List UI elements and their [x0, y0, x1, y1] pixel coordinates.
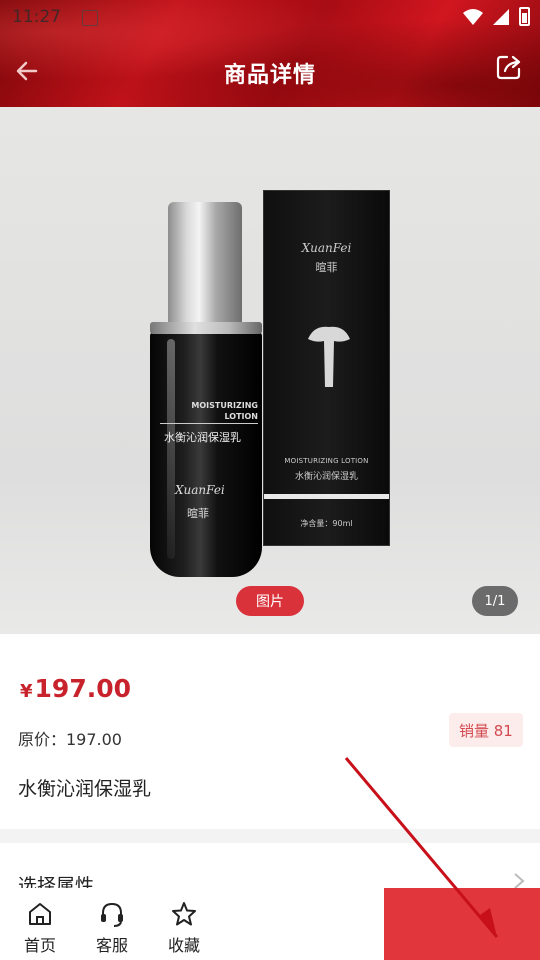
bottle-collar: [150, 322, 262, 334]
bottle-label-cn: 水衡沁润保湿乳: [164, 431, 241, 444]
battery-icon: [519, 7, 530, 26]
status-time: 11:27: [12, 7, 61, 27]
page-title: 商品详情: [223, 63, 316, 88]
product-image-gallery[interactable]: MOISTURIZING LOTION 水衡沁润保湿乳 XuanFei 暄菲 X…: [0, 107, 540, 634]
box-stripe: [264, 494, 389, 499]
product-box: XuanFei 暄菲 MOISTURIZING LOTION 水衡沁润保湿乳 净…: [263, 190, 390, 546]
notification-icon: [82, 10, 98, 26]
status-bar: 11:27: [0, 0, 540, 36]
tab-service[interactable]: 客服: [82, 900, 142, 956]
price-value: 197.00: [34, 674, 132, 703]
box-net-content: 净含量：90ml: [300, 519, 353, 528]
tab-favorite-label: 收藏: [167, 936, 200, 955]
home-icon: [29, 903, 51, 925]
bottle-brand-cn: 暄菲: [187, 507, 209, 520]
bottle-cap: [168, 202, 242, 330]
original-price: 原价：197.00: [18, 730, 122, 749]
share-icon[interactable]: [494, 52, 524, 82]
image-counter: 1/1: [472, 586, 518, 616]
sales-badge: 销量 81: [449, 713, 523, 747]
box-label-cn: 水衡沁润保湿乳: [294, 472, 358, 482]
section-divider: [0, 829, 540, 843]
picture-tab-button[interactable]: 图片: [236, 586, 304, 616]
currency-symbol: ¥: [20, 681, 33, 702]
bottle-label-rule: [160, 423, 258, 424]
tree-icon: [308, 326, 350, 387]
product-name: 水衡沁润保湿乳: [18, 778, 152, 800]
headset-icon: [101, 902, 123, 927]
star-icon: [172, 902, 196, 926]
bottle-label-line2: LOTION: [224, 412, 258, 421]
box-brand-cn: 暄菲: [315, 261, 338, 274]
bottle-label-line1: MOISTURIZING: [191, 401, 258, 410]
buy-button[interactable]: [384, 888, 540, 960]
bottle-highlight: [167, 339, 175, 559]
signal-icon: [493, 8, 509, 25]
tab-service-label: 客服: [95, 936, 128, 955]
box-label-en: MOISTURIZING LOTION: [284, 457, 369, 465]
tab-home-label: 首页: [23, 936, 56, 955]
tab-favorite[interactable]: 收藏: [154, 900, 214, 956]
bottle-brand-en: XuanFei: [175, 483, 225, 497]
price: ¥ 197.00: [20, 674, 131, 703]
bottle-label-en: MOISTURIZING LOTION: [158, 400, 258, 422]
box-brand-en: XuanFei: [301, 241, 352, 255]
header: 11:27 商品详情: [0, 0, 540, 107]
tab-home[interactable]: 首页: [10, 900, 70, 956]
status-icons: [463, 7, 530, 26]
wifi-icon: [463, 8, 483, 25]
